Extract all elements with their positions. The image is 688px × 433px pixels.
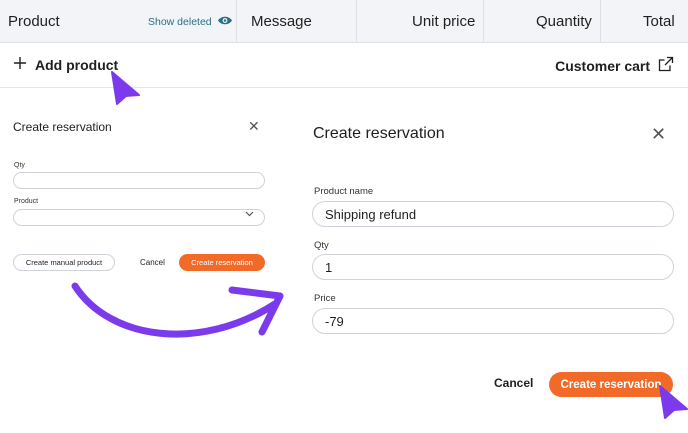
cursor-pointer-icon bbox=[111, 71, 140, 105]
cursor-pointer-icon bbox=[659, 385, 688, 419]
annotation-overlay bbox=[71, 71, 688, 419]
